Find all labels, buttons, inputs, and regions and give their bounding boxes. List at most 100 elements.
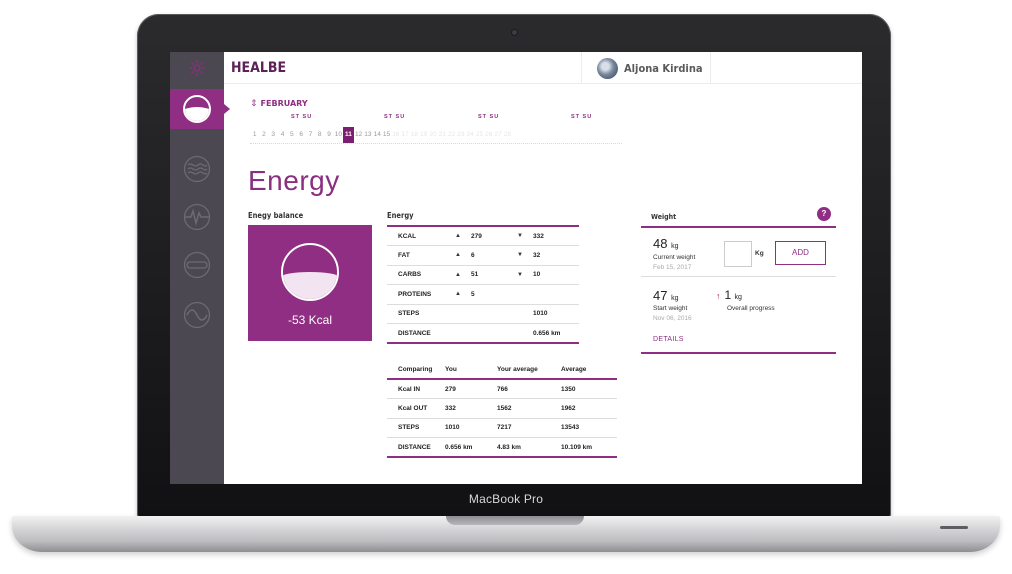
table-row: KCAL ▲ 279 ▼ 332 [387,226,579,246]
calendar-day[interactable]: 16 [391,131,400,138]
energy-cell-down [507,304,533,324]
energy-cell-up: ▲ [445,284,471,305]
weekend-label: ST SU [291,114,313,120]
column-header: You [445,361,497,380]
comparing-cell: Kcal IN [387,379,445,399]
calendar-day[interactable]: 20 [428,131,437,138]
energy-heading: Energy [387,211,414,220]
weight-header: Weight ? [641,204,836,228]
calendar-day[interactable]: 15 [382,131,391,138]
weekend-label: ST SU [384,114,406,120]
add-weight-button[interactable]: ADD [775,241,826,265]
energy-cell-v2: 1010 [533,304,579,324]
table-row: DISTANCE 0.656 km 4.83 km 10.109 km [387,438,617,458]
calendar-day[interactable]: 19 [419,131,428,138]
capsule-icon [183,251,211,279]
sidebar-item-sleep[interactable] [170,245,224,285]
weight-input[interactable] [724,241,752,267]
month-label: FEBRUARY [260,99,308,108]
current-weight-date: Feb 15, 2017 [653,264,692,271]
comparing-cell: STEPS [387,418,445,438]
calendar-day[interactable]: 23 [456,131,465,138]
calendar-day[interactable]: 11 [342,126,354,143]
calendar-day[interactable]: 13 [363,131,372,138]
energy-cell-label: FAT [387,245,445,266]
calendar-day[interactable]: 9 [324,131,333,138]
calendar-day[interactable]: 3 [269,131,278,138]
calendar-day[interactable]: 18 [410,131,419,138]
energy-gauge-icon [183,95,211,123]
comparing-cell: 1962 [561,398,617,419]
progress-unit: kg [734,294,742,301]
start-weight-label: Start weight [653,305,688,312]
calendar-day[interactable]: 1 [250,131,259,138]
energy-cell-up: ▲ [445,265,471,285]
calendar-day[interactable]: 24 [466,131,475,138]
details-link[interactable]: DETAILS [653,336,684,343]
start-weight-value: 47 kg [653,288,679,303]
avatar [597,57,618,79]
comparing-cell: 4.83 km [497,443,521,451]
calendar-day[interactable]: 5 [287,131,296,138]
logo-icon[interactable] [170,52,224,84]
energy-cell-v1 [471,304,507,324]
progress-label: Overall progress [727,305,775,312]
energy-cell-label: DISTANCE [398,329,431,337]
calendar-day[interactable]: 7 [306,131,315,138]
calendar-day[interactable]: 17 [400,131,409,138]
calendar-day[interactable]: 10 [334,131,343,138]
energy-cell-down: ▼ [507,265,533,285]
calendar-day[interactable]: 8 [315,131,324,138]
device-brand-text: MacBook Pro [468,492,544,506]
comparing-cell: 332 [445,398,497,419]
table-row: DISTANCE 0.656 km [387,324,579,344]
energy-cell-down [507,284,533,305]
balance-gauge-icon [281,243,339,301]
month-selector[interactable]: ⇕ FEBRUARY [250,98,308,109]
calendar-day[interactable]: 14 [373,131,382,138]
energy-cell-v2: 0.656 km [533,329,561,337]
calendar-day[interactable]: 21 [438,131,447,138]
comparing-cell: 1010 [445,418,497,438]
month-switch-icon: ⇕ [250,98,258,108]
sidebar-item-heart-rate[interactable] [170,197,224,237]
sidebar-item-water-balance[interactable] [170,149,224,189]
energy-balance-card: -53 Kcal [248,225,372,341]
energy-cell-down: ▼ [507,245,533,266]
sidebar-item-stress[interactable] [170,295,224,335]
weekend-label: ST SU [571,114,593,120]
table-row: CARBS ▲ 51 ▼ 10 [387,265,579,285]
current-weight-label: Current weight [653,254,696,261]
current-weight-unit: kg [671,243,679,250]
energy-cell-v2: 10 [533,265,579,285]
laptop-notch [446,516,584,525]
column-header: Your average [497,361,561,380]
calendar-day[interactable]: 12 [354,131,363,138]
calendar-day[interactable]: 27 [493,131,502,138]
table-row: STEPS 1010 7217 13543 [387,418,617,438]
waves-icon [183,155,211,183]
energy-cell-v2 [533,284,579,305]
current-weight-value: 48 kg [653,236,679,251]
user-menu[interactable]: Aljona Kirdina [581,52,711,84]
start-weight-number: 47 [653,288,668,303]
calendar-day[interactable]: 28 [503,131,512,138]
app-screen: HEALBE Aljona Kirdina ⇕ FEBRUARY ST SU S… [170,52,862,484]
help-icon[interactable]: ? [817,207,831,221]
calendar-day[interactable]: 25 [475,131,484,138]
calendar-day[interactable]: 26 [484,131,493,138]
calendar-day[interactable]: 22 [447,131,456,138]
top-bar: HEALBE Aljona Kirdina [224,52,862,84]
sidebar-item-energy[interactable] [170,89,230,129]
comparing-cell: 1350 [561,379,617,399]
weekend-label: ST SU [478,114,500,120]
calendar-day[interactable]: 4 [278,131,287,138]
divider [641,352,836,354]
calendar-day[interactable]: 6 [296,131,305,138]
sidebar [170,52,230,484]
energy-cell-down: ▼ [507,226,533,246]
calendar-day[interactable]: 2 [259,131,268,138]
comparing-table: Comparing You Your average Average Kcal … [387,361,617,458]
energy-cell-v1 [471,324,507,344]
energy-cell-v2: 332 [533,226,579,246]
